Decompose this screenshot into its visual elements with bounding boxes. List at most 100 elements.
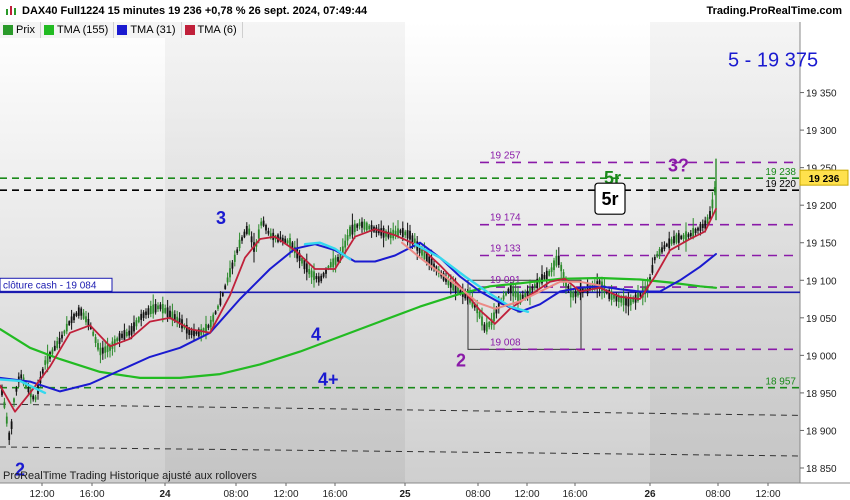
candle-body: [209, 319, 212, 328]
price-chart[interactable]: 19 35019 30019 25019 20019 15019 10019 0…: [0, 0, 850, 500]
x-tick-label: 12:00: [273, 489, 298, 500]
candle-body: [231, 262, 234, 269]
legend-label: Prix: [16, 24, 35, 36]
candle-body: [704, 220, 707, 229]
candle-body: [670, 239, 673, 244]
chart-annotation: 3: [216, 208, 226, 228]
candle-body: [161, 303, 164, 314]
candle-body: [680, 235, 683, 239]
candle-body: [677, 233, 680, 243]
candle-body: [406, 230, 409, 239]
candle-body: [651, 265, 654, 273]
candle-body: [557, 255, 560, 265]
candle-body: [329, 262, 332, 268]
x-tick-label: 12:00: [514, 489, 539, 500]
candle-body: [94, 337, 97, 343]
x-tick-label: 16:00: [322, 489, 347, 500]
candle-body: [313, 271, 315, 281]
chart-annotation: 3?: [668, 155, 689, 175]
candle-body: [495, 309, 498, 314]
candle-body: [44, 360, 47, 365]
candle-body: [164, 308, 167, 313]
candle-body: [332, 258, 335, 268]
x-tick-label: 25: [399, 489, 411, 500]
legend-label: TMA (6): [197, 24, 237, 36]
candle-body: [543, 275, 546, 279]
candle-body: [555, 255, 558, 266]
candle-body: [548, 270, 551, 276]
chart-annotation: 2: [456, 351, 466, 371]
candle-body: [346, 234, 349, 241]
legend-swatch: [117, 25, 128, 35]
candle-body: [685, 231, 687, 242]
candle-body: [493, 312, 495, 322]
candle-body: [262, 220, 265, 226]
level-label: 18 957: [765, 377, 796, 388]
candle-body: [560, 264, 563, 272]
legend-swatch: [184, 25, 195, 35]
candle-body: [365, 222, 368, 231]
candle-body: [32, 395, 35, 400]
candle-body: [682, 234, 685, 239]
candle-body: [675, 234, 678, 243]
candle-body: [97, 343, 99, 350]
candle-body: [524, 293, 527, 298]
y-tick-label: 18 850: [806, 464, 837, 475]
candle-body: [20, 374, 23, 379]
bar-chart-icon[interactable]: [5, 4, 17, 16]
candle-body: [257, 229, 260, 239]
candle-body: [34, 396, 37, 400]
candle-body: [526, 290, 529, 296]
candle-body: [512, 286, 515, 297]
candle-body: [632, 298, 635, 303]
x-tick-label: 16:00: [79, 489, 104, 500]
candle-body: [61, 334, 63, 339]
candle-body: [485, 322, 488, 332]
candle-body: [356, 224, 359, 228]
chart-title: DAX40 Full1224 15 minutes 19 236 +0,78 %…: [22, 5, 368, 17]
candle-body: [166, 307, 169, 318]
candle-body: [3, 401, 6, 408]
legend-item-price[interactable]: Prix: [0, 22, 41, 38]
candle-body: [245, 226, 248, 234]
candle-body: [10, 421, 13, 429]
candle-body: [363, 221, 366, 230]
candle-body: [13, 398, 15, 403]
candle-body: [317, 276, 320, 283]
candle-body: [224, 285, 227, 289]
candle-body: [699, 224, 702, 231]
candle-body: [627, 297, 630, 307]
candle-body: [481, 316, 483, 326]
candle-body: [399, 230, 402, 234]
legend-item-tma31[interactable]: TMA (31): [114, 22, 182, 38]
legend-label: TMA (31): [130, 24, 176, 36]
x-tick-label: 12:00: [755, 489, 780, 500]
candle-body: [550, 267, 553, 273]
candle-body: [229, 268, 231, 278]
candle-body: [121, 333, 123, 338]
legend-item-tma6[interactable]: TMA (6): [181, 22, 243, 38]
legend-item-tma155[interactable]: TMA (155): [40, 22, 115, 38]
candle-body: [668, 238, 671, 249]
candle-body: [411, 235, 414, 243]
candle-body: [701, 223, 704, 228]
y-tick-label: 19 000: [806, 351, 837, 362]
candle-body: [217, 305, 219, 309]
footer-note: ProRealTime Trading Historique ajusté au…: [3, 470, 257, 482]
candle-body: [337, 257, 339, 262]
candle-body: [236, 249, 239, 253]
candle-body: [118, 333, 121, 341]
candle-body: [104, 346, 107, 353]
site-name[interactable]: Trading.ProRealTime.com: [706, 5, 842, 17]
candle-body: [51, 349, 54, 354]
y-tick-label: 19 150: [806, 239, 837, 250]
candle-body: [130, 326, 133, 335]
candle-body: [303, 259, 306, 270]
candle-body: [149, 306, 152, 314]
candle-body: [697, 227, 699, 231]
candle-body: [545, 270, 548, 280]
y-tick-label: 19 050: [806, 314, 837, 325]
candle-body: [101, 347, 104, 354]
candle-body: [572, 291, 575, 298]
candle-body: [368, 225, 371, 230]
